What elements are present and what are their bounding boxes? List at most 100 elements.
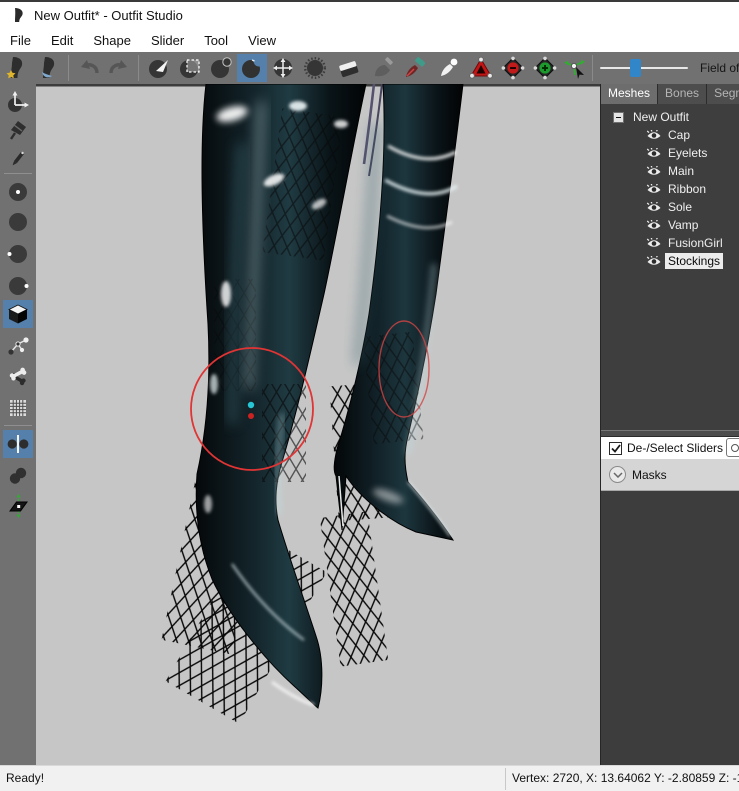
menu-bar: File Edit Shape Slider Tool View	[0, 28, 739, 52]
tree-root-new-outfit[interactable]: New Outfit	[601, 108, 739, 126]
tree-item-ribbon[interactable]: Ribbon	[601, 180, 739, 198]
load-project-icon	[37, 56, 61, 80]
side-toolbar	[0, 84, 36, 765]
select-brush-icon	[147, 56, 171, 80]
eraser-brush-button[interactable]	[334, 54, 364, 82]
bone-icon	[6, 364, 30, 388]
transform-tool-button[interactable]	[3, 88, 33, 116]
status-bar: Ready! Vertex: 2720, X: 13.64062 Y: -2.8…	[0, 765, 739, 791]
eye-icon[interactable]	[646, 202, 662, 213]
window-title: New Outfit* - Outfit Studio	[34, 8, 183, 23]
chevron-down-icon[interactable]	[609, 466, 626, 483]
collapse-vertex-button[interactable]	[466, 54, 496, 82]
mask-brush-button[interactable]	[175, 54, 205, 82]
eye-icon[interactable]	[646, 220, 662, 231]
tab-meshes[interactable]: Meshes	[601, 84, 658, 104]
eye-icon[interactable]	[646, 166, 662, 177]
viewport-3d[interactable]	[36, 84, 600, 765]
eye-icon[interactable]	[646, 238, 662, 249]
global-brush-collision-button[interactable]	[3, 492, 33, 520]
right-panel: Meshes Bones Segments New Outfit Cap Eye…	[600, 84, 739, 765]
deflate-brush-icon	[240, 56, 264, 80]
pin-tool-button[interactable]	[3, 116, 33, 144]
brush-center-dot-button[interactable]	[3, 178, 33, 206]
checkmark-icon	[611, 444, 621, 453]
mirror-icon	[6, 432, 30, 456]
menu-edit[interactable]: Edit	[41, 30, 83, 51]
search-icon	[731, 444, 739, 452]
tree-item-main[interactable]: Main	[601, 162, 739, 180]
alpha-brush-button[interactable]	[434, 54, 464, 82]
mask-brush-icon	[178, 56, 202, 80]
move-vertex-icon	[563, 56, 587, 80]
cube-icon	[6, 302, 30, 326]
brush-solid-button[interactable]	[3, 208, 33, 236]
smooth-brush-button[interactable]	[300, 54, 330, 82]
panel-splitter[interactable]	[601, 430, 739, 437]
undo-icon	[77, 56, 101, 80]
flip-edge-button[interactable]	[498, 54, 528, 82]
weight-brush-button[interactable]	[368, 54, 398, 82]
menu-slider[interactable]: Slider	[141, 30, 194, 51]
pen-tool-button[interactable]	[3, 144, 33, 172]
mesh-tree: New Outfit Cap Eyelets Main Ribbon Sole	[601, 104, 739, 430]
deflate-brush-button[interactable]	[237, 54, 267, 82]
brush-solid-icon	[6, 210, 30, 234]
smooth-brush-icon	[303, 56, 327, 80]
brush-dot-left-icon	[6, 242, 30, 266]
new-project-button[interactable]	[2, 54, 32, 82]
tree-item-vamp[interactable]: Vamp	[601, 216, 739, 234]
inflate-brush-button[interactable]	[206, 54, 236, 82]
tree-expander-icon[interactable]	[613, 112, 624, 123]
eye-icon[interactable]	[646, 148, 662, 159]
masks-section-header[interactable]: Masks	[601, 459, 739, 491]
brush-center-dot-cyan	[248, 402, 254, 408]
status-separator	[505, 768, 506, 790]
pen-icon	[6, 146, 30, 170]
eye-icon[interactable]	[646, 184, 662, 195]
tree-item-sole[interactable]: Sole	[601, 198, 739, 216]
menu-tool[interactable]: Tool	[194, 30, 238, 51]
menu-file[interactable]: File	[0, 30, 41, 51]
toolbar-separator	[138, 55, 139, 81]
tree-item-fusiongirl[interactable]: FusionGirl	[601, 234, 739, 252]
outfit-studio-logo-icon	[10, 7, 26, 23]
split-edge-button[interactable]	[530, 54, 560, 82]
move-brush-icon	[271, 56, 295, 80]
menu-view[interactable]: View	[238, 30, 286, 51]
sliders-toggle-row: De-/Select Sliders	[601, 437, 739, 459]
bones-view-button[interactable]	[3, 362, 33, 390]
mirror-edit-button[interactable]	[3, 430, 33, 458]
fov-slider-label: Field of View	[700, 61, 739, 75]
panel-tabs: Meshes Bones Segments	[601, 84, 739, 104]
eraser-brush-icon	[337, 56, 361, 80]
load-project-button[interactable]	[34, 54, 64, 82]
tree-item-stockings[interactable]: Stockings	[601, 252, 739, 270]
redo-button[interactable]	[104, 54, 134, 82]
tree-item-cap[interactable]: Cap	[601, 126, 739, 144]
overlap-circles-icon	[6, 464, 30, 488]
undo-button[interactable]	[74, 54, 104, 82]
tab-segments[interactable]: Segments	[707, 84, 739, 104]
deselect-sliders-checkbox[interactable]	[609, 442, 622, 455]
wireframe-view-button[interactable]	[3, 394, 33, 422]
eye-icon[interactable]	[646, 130, 662, 141]
move-brush-button[interactable]	[268, 54, 298, 82]
eye-icon[interactable]	[646, 256, 662, 267]
vertex-edit-button[interactable]	[3, 332, 33, 360]
brush-dot-right-button[interactable]	[3, 272, 33, 300]
redo-icon	[107, 56, 131, 80]
move-vertex-button[interactable]	[560, 54, 590, 82]
slider-search-box[interactable]	[726, 438, 739, 457]
brush-dot-left-button[interactable]	[3, 240, 33, 268]
connected-edit-button[interactable]	[3, 462, 33, 490]
color-brush-button[interactable]	[400, 54, 430, 82]
fov-slider-thumb[interactable]	[630, 59, 641, 77]
shaded-view-button[interactable]	[3, 300, 33, 328]
select-brush-button[interactable]	[144, 54, 174, 82]
fov-slider-track[interactable]	[600, 67, 688, 69]
menu-shape[interactable]: Shape	[83, 30, 141, 51]
split-edge-icon	[533, 56, 557, 80]
tab-bones[interactable]: Bones	[658, 84, 707, 104]
tree-item-eyelets[interactable]: Eyelets	[601, 144, 739, 162]
